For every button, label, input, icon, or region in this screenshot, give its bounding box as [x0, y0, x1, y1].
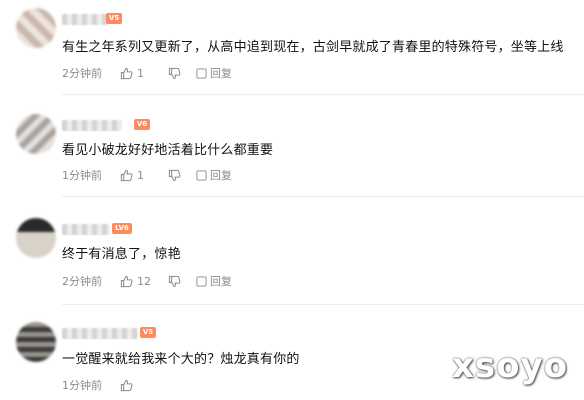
- thumbs-up-icon: [120, 379, 133, 391]
- like-count: 12: [137, 274, 151, 288]
- level-badge: V6: [134, 119, 150, 130]
- username-blurred[interactable]: [62, 328, 138, 339]
- comment-meta: 1分钟前: [62, 377, 168, 393]
- thumbs-down-icon: [168, 67, 181, 79]
- reply-button[interactable]: 回复: [196, 65, 232, 81]
- thumbs-down-icon: [168, 275, 181, 287]
- thumbs-down-icon: [168, 169, 181, 181]
- reply-label: 回复: [210, 275, 232, 288]
- avatar[interactable]: [16, 8, 56, 48]
- level-badge: V5: [140, 327, 156, 338]
- thumbs-up-icon: [120, 169, 133, 181]
- reply-button[interactable]: 回复: [196, 167, 232, 183]
- like-count: 1: [137, 66, 144, 80]
- username-blurred[interactable]: [62, 120, 122, 131]
- comment-text: 终于有消息了，惊艳: [62, 247, 181, 262]
- thumbs-up-icon: [120, 275, 133, 287]
- like-button[interactable]: [120, 379, 168, 392]
- comment-time: 1分钟前: [62, 379, 102, 392]
- reply-icon: [196, 275, 207, 287]
- watermark: xsoyo: [451, 346, 568, 386]
- level-badge: LV6: [112, 223, 132, 234]
- divider: [62, 196, 584, 197]
- divider: [62, 304, 584, 305]
- reply-button[interactable]: 回复: [196, 273, 232, 289]
- divider: [62, 94, 584, 95]
- dislike-button[interactable]: [168, 67, 196, 80]
- username-blurred[interactable]: [62, 224, 110, 235]
- reply-icon: [196, 169, 207, 181]
- comment-meta: 2分钟前 1 回复: [62, 65, 232, 81]
- comment-meta: 1分钟前 1 回复: [62, 167, 232, 183]
- like-button[interactable]: 1: [120, 169, 168, 182]
- comment-text: 一觉醒来就给我来个大的？烛龙真有你的: [62, 352, 300, 367]
- comment-time: 2分钟前: [62, 275, 102, 288]
- comment-meta: 2分钟前 12 回复: [62, 273, 232, 289]
- thumbs-up-icon: [120, 67, 133, 79]
- like-button[interactable]: 1: [120, 67, 168, 80]
- reply-label: 回复: [210, 67, 232, 80]
- level-badge: V5: [106, 13, 122, 24]
- comment-text: 看见小破龙好好地活着比什么都重要: [62, 143, 274, 158]
- reply-label: 回复: [210, 169, 232, 182]
- dislike-button[interactable]: [168, 169, 196, 182]
- like-button[interactable]: 12: [120, 275, 168, 288]
- avatar[interactable]: [16, 114, 56, 154]
- avatar[interactable]: [16, 218, 56, 258]
- comment-text: 有生之年系列又更新了，从高中追到现在，古剑早就成了青春里的特殊符号，坐等上线: [62, 40, 564, 55]
- comment-time: 1分钟前: [62, 169, 102, 182]
- username-blurred[interactable]: [62, 14, 108, 25]
- like-count: 1: [137, 168, 144, 182]
- avatar[interactable]: [16, 322, 56, 362]
- dislike-button[interactable]: [168, 275, 196, 288]
- comment-time: 2分钟前: [62, 67, 102, 80]
- reply-icon: [196, 67, 207, 79]
